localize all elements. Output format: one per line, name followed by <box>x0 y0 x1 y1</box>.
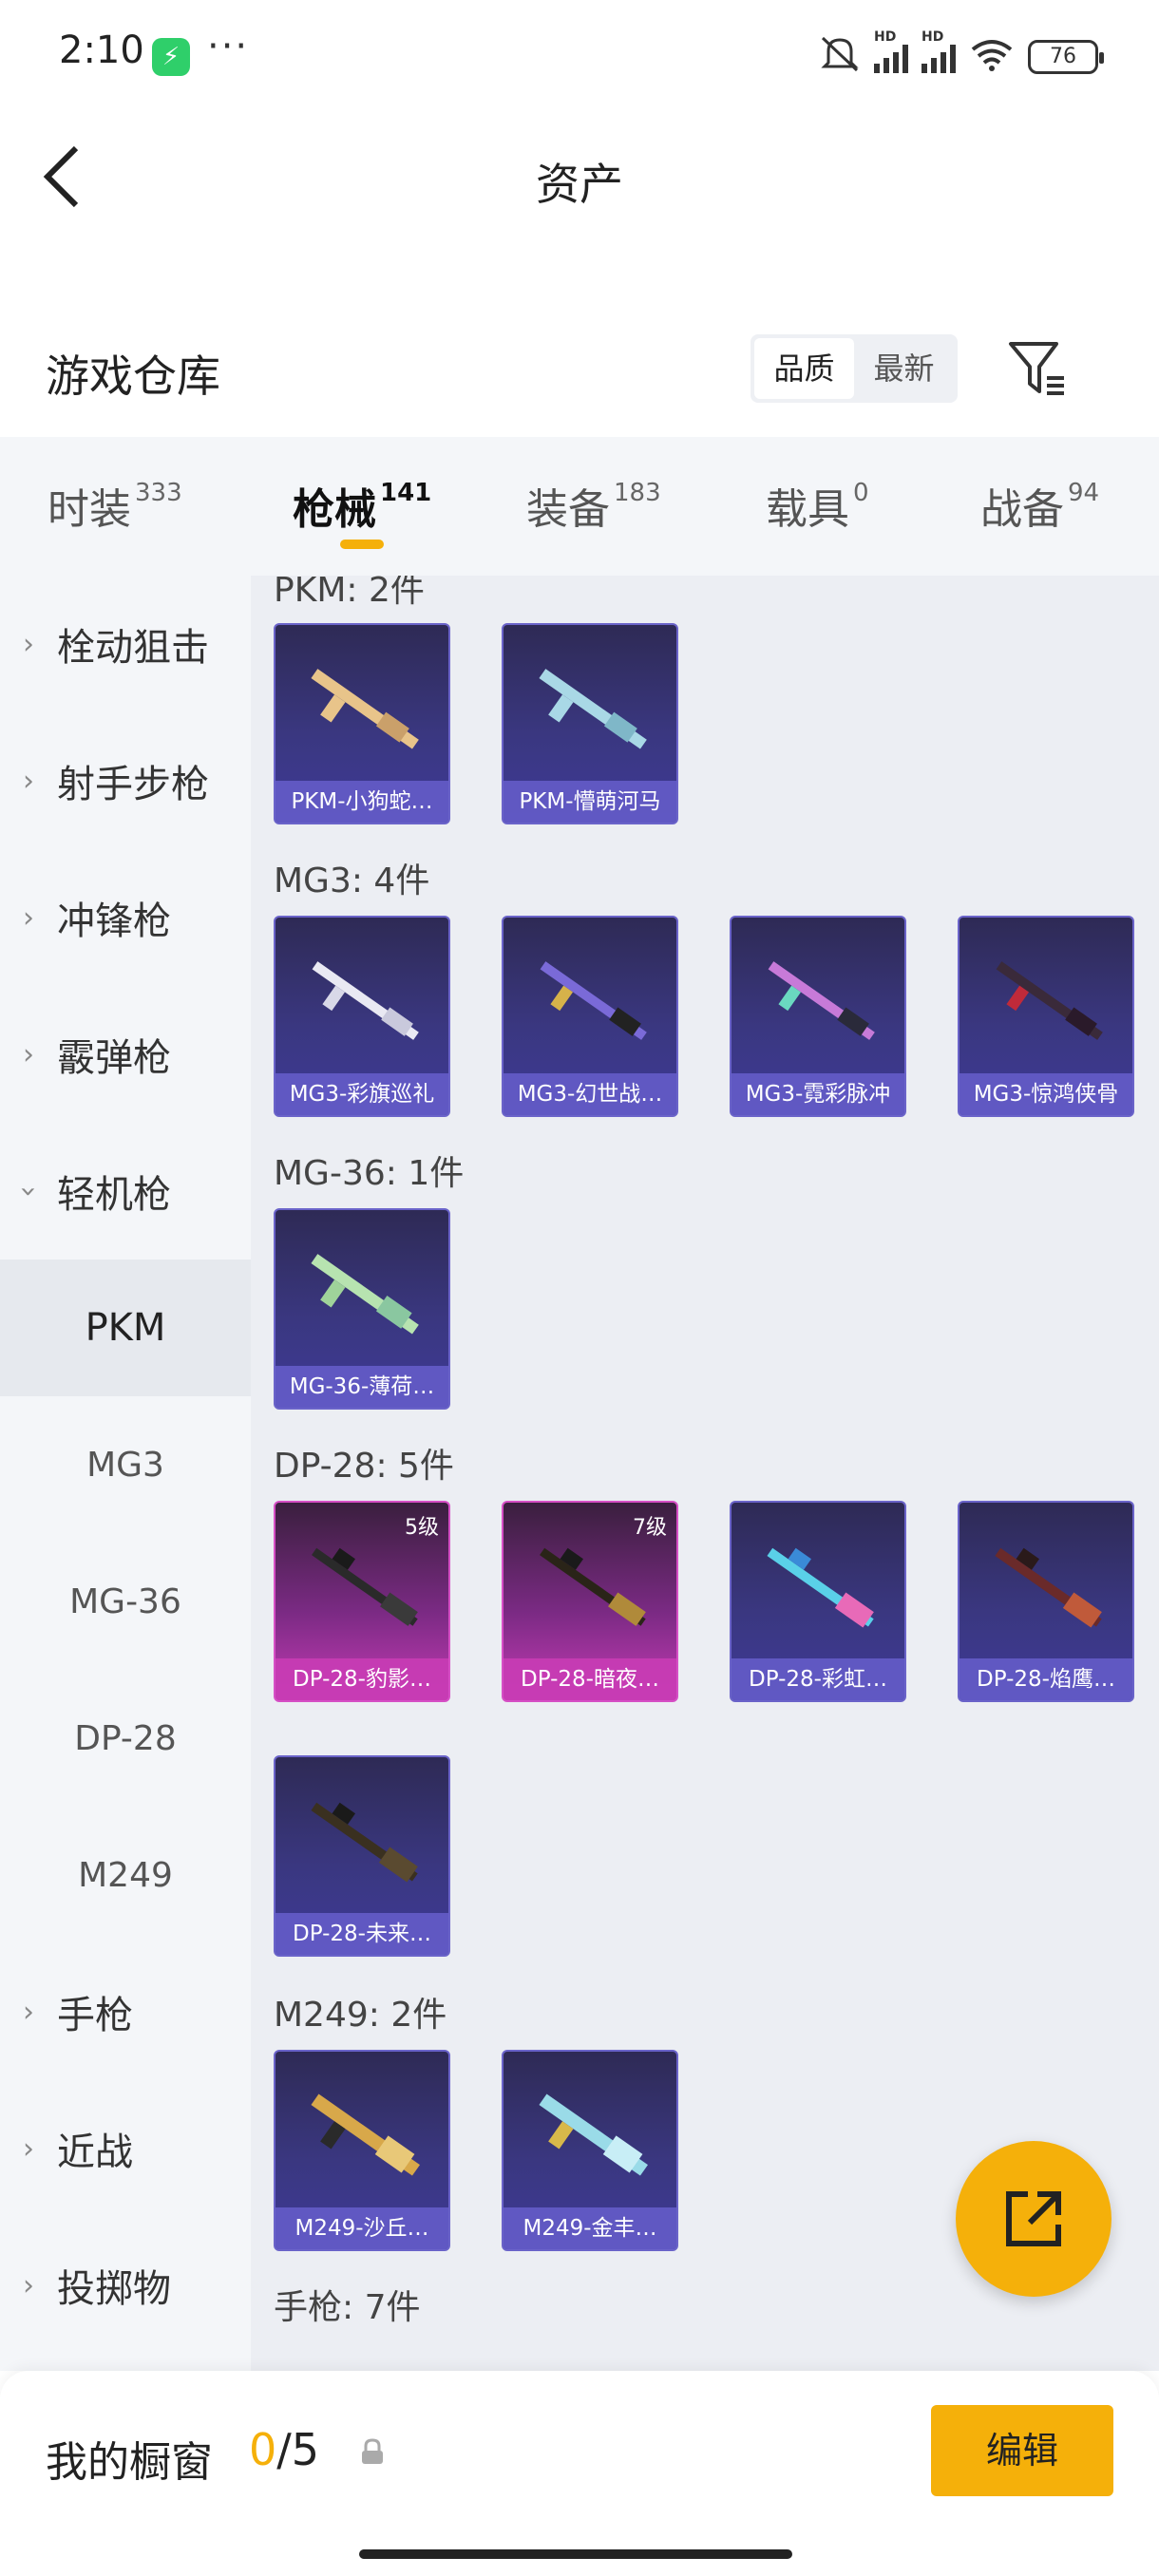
sidebar-item-bolt-sniper[interactable]: › 栓动狙击 <box>0 576 251 712</box>
sidebar-item-throwables[interactable]: › 投掷物 <box>0 2217 251 2354</box>
rifle-icon <box>312 1547 418 1626</box>
sort-newest-button[interactable]: 最新 <box>854 338 954 399</box>
rifle-icon <box>540 1547 646 1626</box>
item-card[interactable]: MG3-彩旗巡礼 <box>274 916 450 1117</box>
item-card[interactable]: 7级 DP-28-暗夜… <box>502 1501 678 1702</box>
item-card[interactable]: MG3-惊鸿侠骨 <box>958 916 1134 1117</box>
item-card[interactable]: DP-28-焰鹰… <box>958 1501 1134 1702</box>
rifle-icon <box>311 1802 418 1883</box>
chevron-right-icon: › <box>23 2268 34 2302</box>
edit-button[interactable]: 编辑 <box>931 2405 1113 2496</box>
item-card[interactable]: M249-金丰… <box>502 2050 678 2251</box>
item-grid: PKM: 2件 PKM-小狗蛇… PKM-懵萌河马 MG3: 4件 MG3-彩旗… <box>251 576 1159 2371</box>
rifle-icon <box>540 961 647 1040</box>
active-tab-indicator <box>340 540 384 549</box>
sidebar-item-pistol[interactable]: › 手枪 <box>0 1943 251 2080</box>
rifle-icon <box>996 961 1103 1040</box>
chevron-right-icon: › <box>23 1995 34 2029</box>
group-title: PKM: 2件 <box>274 576 425 610</box>
showcase-label: 我的橱窗 <box>46 2438 213 2487</box>
group-title: MG-36: 1件 <box>274 1154 465 1193</box>
chevron-down-icon: › <box>11 1185 46 1197</box>
tab-vehicles[interactable]: 载具 0 <box>766 475 869 536</box>
share-button[interactable] <box>956 2141 1112 2297</box>
rifle-icon <box>312 961 419 1040</box>
rifle-icon <box>539 2093 648 2176</box>
sidebar-item-lmg[interactable]: › 轻机枪 <box>0 1123 251 1260</box>
rifle-icon <box>311 669 419 749</box>
battery-icon: 76 <box>1028 39 1104 74</box>
wifi-icon <box>969 38 1015 76</box>
chevron-right-icon: › <box>23 2131 34 2166</box>
warehouse-title: 游戏仓库 <box>46 350 220 402</box>
sidebar-item-smg[interactable]: › 冲锋枪 <box>0 849 251 986</box>
tab-gear[interactable]: 战备 94 <box>980 475 1099 536</box>
item-card[interactable]: DP-28-彩虹… <box>730 1501 906 1702</box>
filter-icon[interactable] <box>1007 338 1068 399</box>
tab-guns[interactable]: 枪械 141 <box>293 475 431 536</box>
sidebar-sub-pkm[interactable]: PKM <box>0 1260 251 1396</box>
chevron-right-icon: › <box>23 1037 34 1071</box>
rifle-icon <box>311 2093 420 2176</box>
status-time: 2:10 <box>59 28 144 72</box>
app-shield-icon: ⚡ <box>152 38 190 76</box>
chevron-right-icon: › <box>23 627 34 661</box>
item-card[interactable]: MG-36-薄荷… <box>274 1208 450 1410</box>
item-card[interactable]: 5级 DP-28-豹影… <box>274 1501 450 1702</box>
item-card[interactable]: PKM-懵萌河马 <box>502 623 678 824</box>
group-title: M249: 2件 <box>274 1996 447 2035</box>
rifle-icon <box>539 669 647 749</box>
group-title: MG3: 4件 <box>274 862 430 900</box>
lock-icon <box>362 2438 383 2464</box>
chevron-right-icon: › <box>23 900 34 935</box>
category-tabs: 时装 333 枪械 141 装备 183 载具 0 战备 94 <box>0 437 1159 576</box>
signal-1-icon: HD <box>874 29 908 73</box>
more-notifications-icon: ··· <box>207 25 250 68</box>
sidebar-item-shotgun[interactable]: › 霰弹枪 <box>0 986 251 1123</box>
share-icon <box>1006 2191 1061 2246</box>
item-card[interactable]: MG3-幻世战… <box>502 916 678 1117</box>
rifle-icon <box>767 1547 874 1628</box>
sidebar-item-melee[interactable]: › 近战 <box>0 2080 251 2217</box>
sort-toggle: 品质 最新 <box>750 334 958 403</box>
sidebar: › 栓动狙击 › 射手步枪 › 冲锋枪 › 霰弹枪 › 轻机枪 PKM MG3 MG-36… <box>0 576 251 2371</box>
sidebar-item-marksman[interactable]: › 射手步枪 <box>0 712 251 849</box>
showcase-bar: 我的橱窗 0/5 编辑 <box>0 2371 1159 2576</box>
rifle-icon <box>311 1254 419 1335</box>
tab-fashion[interactable]: 时装 333 <box>48 475 182 536</box>
home-indicator[interactable] <box>359 2549 792 2559</box>
item-card[interactable]: PKM-小狗蛇… <box>274 623 450 824</box>
signal-2-icon: HD <box>922 29 956 73</box>
sidebar-sub-m249[interactable]: M249 <box>0 1807 251 1943</box>
item-card[interactable]: DP-28-未来… <box>274 1755 450 1957</box>
group-title: DP-28: 5件 <box>274 1447 454 1486</box>
sidebar-sub-mg3[interactable]: MG3 <box>0 1396 251 1533</box>
item-card[interactable]: MG3-霓彩脉冲 <box>730 916 906 1117</box>
tab-equipment[interactable]: 装备 183 <box>526 475 661 536</box>
item-card[interactable]: M249-沙丘… <box>274 2050 450 2251</box>
rifle-icon <box>768 961 875 1040</box>
showcase-count: 0/5 <box>249 2424 320 2475</box>
rifle-icon <box>995 1547 1102 1628</box>
sort-quality-button[interactable]: 品质 <box>754 338 854 399</box>
status-bar: 2:10 ⚡ ··· HD HD 76 <box>0 0 1159 114</box>
sidebar-sub-mg36[interactable]: MG-36 <box>0 1533 251 1670</box>
group-title: 手枪: 7件 <box>274 2288 421 2327</box>
mute-icon <box>819 34 861 79</box>
chevron-right-icon: › <box>23 764 34 798</box>
sidebar-sub-dp28[interactable]: DP-28 <box>0 1670 251 1807</box>
page-title: 资产 <box>536 159 623 210</box>
